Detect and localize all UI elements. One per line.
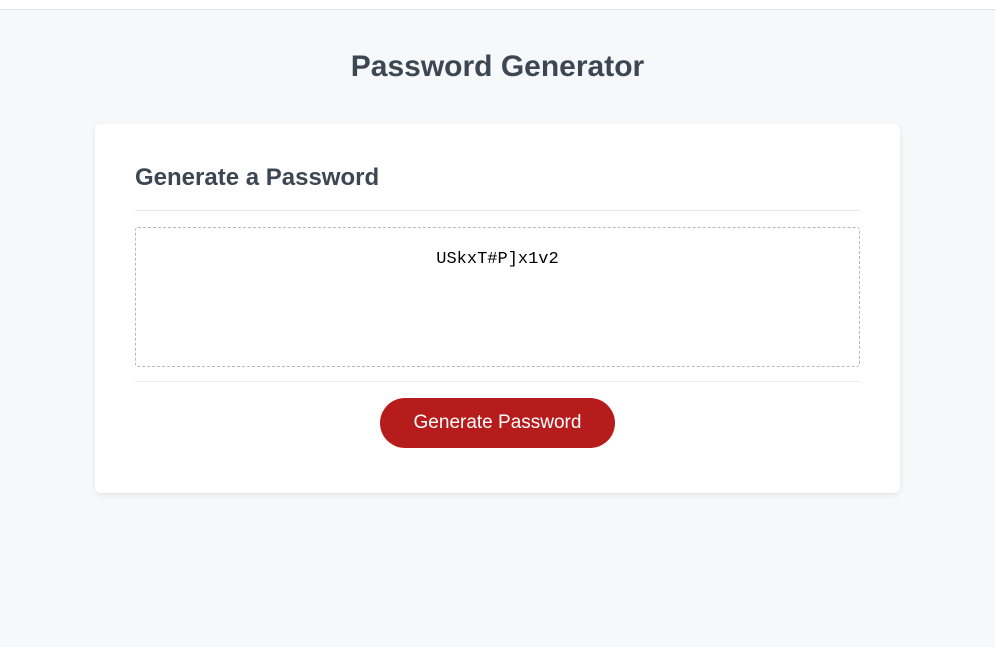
button-row: Generate Password bbox=[135, 398, 860, 448]
password-output-text: USkxT#P]x1v2 bbox=[436, 250, 558, 269]
card-heading: Generate a Password bbox=[135, 164, 860, 211]
generate-password-button[interactable]: Generate Password bbox=[380, 398, 616, 448]
generator-card: Generate a Password USkxT#P]x1v2 Generat… bbox=[95, 124, 900, 493]
page-title: Password Generator bbox=[95, 50, 900, 84]
divider bbox=[135, 381, 860, 382]
password-output-box: USkxT#P]x1v2 bbox=[135, 227, 860, 367]
main-container: Password Generator Generate a Password U… bbox=[0, 10, 995, 493]
top-divider bbox=[0, 0, 995, 10]
